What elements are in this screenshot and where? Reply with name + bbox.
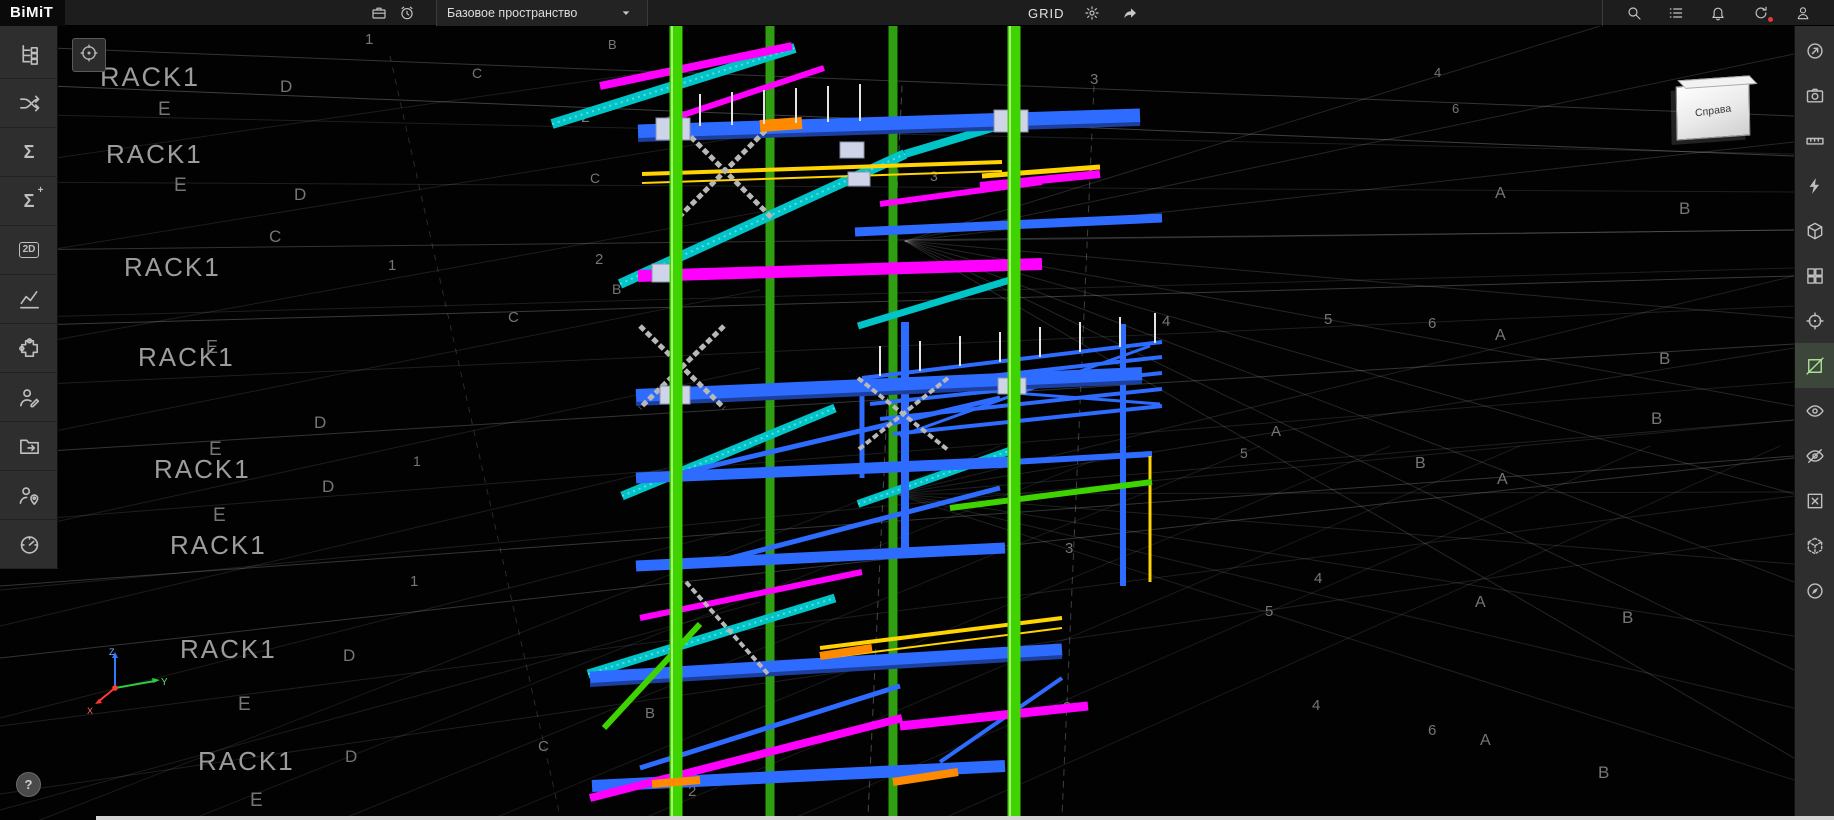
sum-add-button-glyph: Σ+ xyxy=(24,192,35,210)
viewport-3d[interactable]: RACK1RACK1RACK1RACK1RACK1RACK1RACK1RACK1… xyxy=(0,26,1794,820)
top-bar-right-icons xyxy=(1602,0,1834,26)
view-cube-label: Справа xyxy=(1694,103,1731,120)
share-icon[interactable] xyxy=(1119,2,1141,24)
settings-icon[interactable] xyxy=(1081,2,1103,24)
axis-x-label: X xyxy=(87,706,93,716)
app-logo[interactable]: BiMiT xyxy=(0,0,65,26)
2d-view-button[interactable]: 2D xyxy=(0,226,58,275)
user-edit-button[interactable] xyxy=(0,373,58,422)
portfolio-icon[interactable] xyxy=(368,2,390,24)
section-box-button[interactable] xyxy=(1795,208,1834,253)
workspace-selector[interactable]: Базовое пространство xyxy=(436,0,648,26)
2d-view-button-glyph: 2D xyxy=(19,242,40,258)
help-label: ? xyxy=(25,777,33,792)
search-icon[interactable] xyxy=(1623,2,1645,24)
clip-plane-button[interactable] xyxy=(1795,343,1834,388)
plugins-button[interactable] xyxy=(0,324,58,373)
history-icon[interactable] xyxy=(396,2,418,24)
top-bar-left-icons xyxy=(368,0,418,26)
top-bar-center-icons xyxy=(1081,2,1141,24)
export-folder-button[interactable] xyxy=(0,422,58,471)
sum-add-button[interactable]: Σ+ xyxy=(0,177,58,226)
sum-button-glyph: Σ xyxy=(24,143,35,161)
ghost-mode-button[interactable] xyxy=(1795,523,1834,568)
help-button[interactable]: ? xyxy=(16,772,41,797)
orbit-mode-button[interactable] xyxy=(1795,568,1834,613)
model-name: GRID xyxy=(1028,6,1065,21)
compass-dot-icon xyxy=(79,43,99,68)
horizontal-scrollbar[interactable] xyxy=(96,816,1834,820)
left-toolbar: Σ Σ+ 2D xyxy=(0,26,58,569)
axis-z-label: Z xyxy=(109,647,115,657)
account-icon[interactable] xyxy=(1792,2,1814,24)
quick-actions-button[interactable] xyxy=(1795,163,1834,208)
link-swap-button[interactable] xyxy=(0,79,58,128)
dashboard-button[interactable] xyxy=(0,520,58,569)
deselect-button[interactable] xyxy=(1795,478,1834,523)
model-tree-button[interactable] xyxy=(0,30,58,79)
viewpoint-button[interactable] xyxy=(1795,73,1834,118)
hide-button[interactable] xyxy=(1795,433,1834,478)
notifications-icon[interactable] xyxy=(1707,2,1729,24)
navigation-widget-button[interactable] xyxy=(72,38,106,72)
show-button[interactable] xyxy=(1795,388,1834,433)
notification-dot xyxy=(1767,16,1774,23)
workspace-label: Базовое пространство xyxy=(447,6,577,20)
sync-icon[interactable] xyxy=(1750,2,1772,24)
right-toolbar xyxy=(1794,26,1834,820)
top-bar-center: GRID xyxy=(1028,0,1141,26)
charts-button[interactable] xyxy=(0,275,58,324)
user-location-button[interactable] xyxy=(0,471,58,520)
sum-button[interactable]: Σ xyxy=(0,128,58,177)
axis-triad: Z Y X xyxy=(85,644,175,724)
layouts-button[interactable] xyxy=(1795,253,1834,298)
top-bar: BiMiT Базовое пространство GRID xyxy=(0,0,1834,26)
focus-button[interactable] xyxy=(1795,298,1834,343)
view-cube[interactable]: Справа xyxy=(1676,81,1751,140)
scale-button[interactable] xyxy=(1795,118,1834,163)
axis-y-label: Y xyxy=(161,677,168,688)
menu-icon[interactable] xyxy=(1665,2,1687,24)
steel-structure-model[interactable] xyxy=(0,26,1794,820)
caret-down-icon xyxy=(615,2,637,24)
navigate-button[interactable] xyxy=(1795,28,1834,73)
